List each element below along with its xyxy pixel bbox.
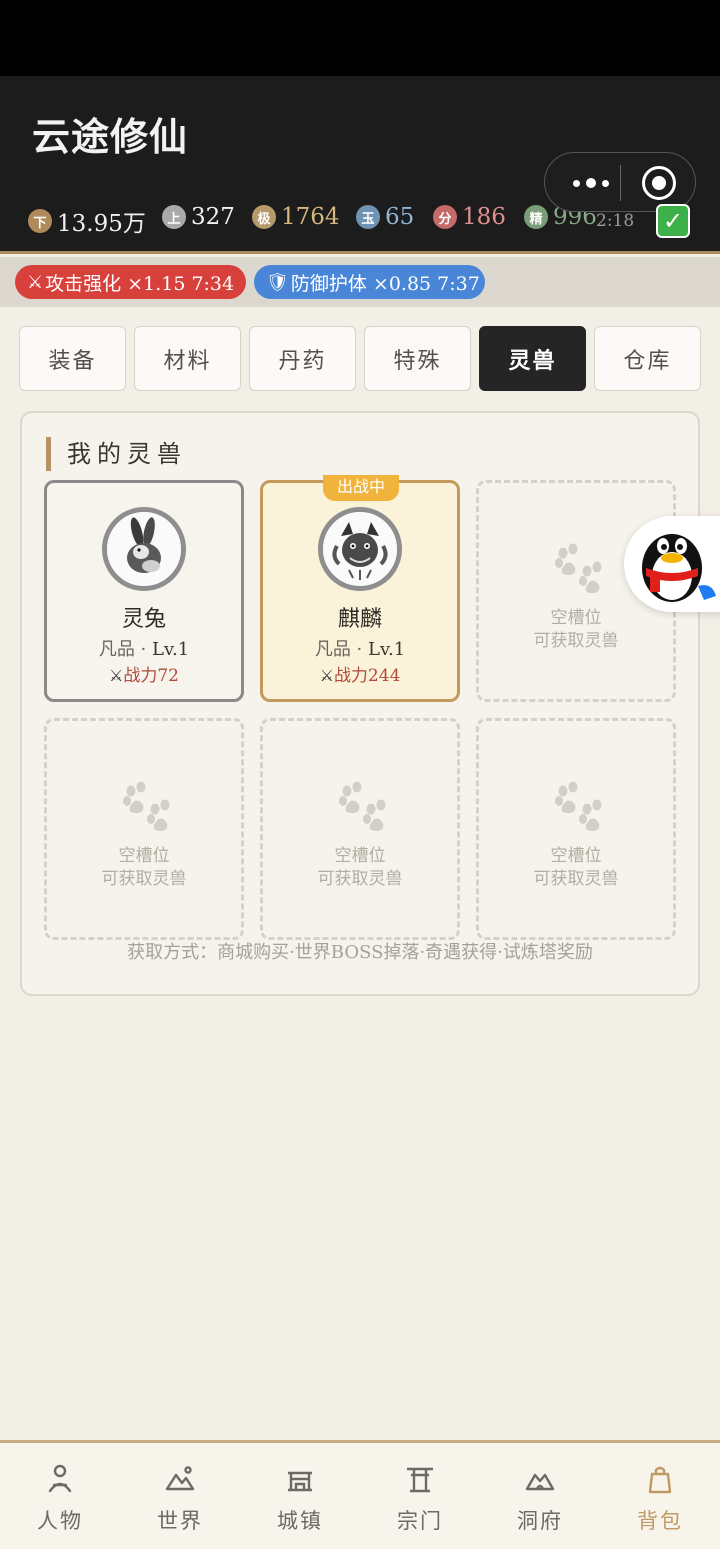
empty-slot-subtitle: 可获取灵兽: [533, 631, 619, 651]
tab-spirit-beasts[interactable]: 灵兽: [479, 326, 586, 391]
empty-pet-slot[interactable]: 空槽位 可获取灵兽: [260, 718, 460, 940]
buff-defense-badge[interactable]: 🛡 防御护体 ×0.85 7:37: [254, 265, 485, 299]
currency-value: 13.95万: [57, 211, 146, 237]
paw-icon: [555, 543, 602, 593]
crossed-swords-icon: ⚔: [319, 666, 334, 685]
empty-pet-slot[interactable]: 空槽位 可获取灵兽: [476, 718, 676, 940]
tab-equipment[interactable]: 装备: [19, 326, 126, 391]
pet-card-qilin[interactable]: 出战中 麒麟 凡品 · Lv.1 ⚔战力244: [260, 475, 460, 702]
paw-icon: [339, 781, 386, 831]
nav-label: 洞府: [517, 1509, 563, 1533]
crossed-swords-icon: ⚔: [109, 666, 124, 685]
pet-power: ⚔战力72: [47, 661, 241, 686]
currency-badge-icon: 精: [524, 205, 548, 229]
tab-warehouse[interactable]: 仓库: [594, 326, 701, 391]
tab-materials[interactable]: 材料: [134, 326, 241, 391]
crossed-swords-icon: ⚔: [27, 271, 44, 293]
nav-label: 人物: [37, 1509, 83, 1533]
empty-slot-title: 空槽位: [334, 846, 386, 866]
currency-fen: 分 186: [433, 204, 506, 230]
empty-pet-slot[interactable]: 空槽位 可获取灵兽: [44, 718, 244, 940]
bottom-nav: 人物 世界 城镇 宗门 洞府 背包: [0, 1440, 720, 1549]
pet-level: Lv.1: [152, 639, 190, 660]
currency-xia: 下 13.95万: [28, 204, 146, 238]
nav-item-world[interactable]: 世界: [120, 1443, 240, 1549]
tab-special[interactable]: 特殊: [364, 326, 471, 391]
currency-ji: 极 1764: [252, 204, 340, 230]
pet-grade-level: 凡品 · Lv.1: [98, 639, 190, 660]
currency-badge-icon: 下: [28, 209, 52, 233]
nav-item-bag[interactable]: 背包: [600, 1443, 720, 1549]
cave-icon: [525, 1473, 555, 1491]
inventory-tabs: 装备 材料 丹药 特殊 灵兽 仓库: [19, 326, 703, 392]
torii-icon: [407, 1467, 433, 1493]
town-gate-icon: [288, 1471, 312, 1492]
qilin-avatar: [318, 507, 402, 591]
pet-grade: 凡品: [98, 639, 135, 660]
close-miniprogram-button[interactable]: [642, 166, 676, 200]
currency-badge-icon: 极: [252, 205, 276, 229]
qq-float-button[interactable]: [624, 516, 720, 612]
paw-icon: [555, 781, 602, 831]
pet-name: 麒麟: [337, 607, 382, 632]
empty-slot-title: 空槽位: [118, 846, 170, 866]
status-bar: [0, 0, 720, 76]
paw-icon: [123, 781, 170, 831]
currency-shang: 上 327: [162, 204, 235, 230]
buff-attack-badge[interactable]: ⚔ 攻击强化 ×1.15 7:34: [15, 265, 246, 299]
rabbit-avatar: [102, 507, 186, 591]
person-icon: [48, 1464, 72, 1493]
more-options-button[interactable]: [563, 169, 619, 197]
empty-slot-subtitle: 可获取灵兽: [317, 869, 403, 889]
nav-label: 宗门: [397, 1509, 443, 1533]
currency-value: 65: [385, 204, 415, 230]
currency-value: 327: [191, 204, 235, 230]
pet-power-value: 战力244: [333, 666, 401, 686]
pet-card-rabbit[interactable]: 灵兔 凡品 · Lv.1 ⚔战力72: [44, 480, 244, 702]
nav-item-town[interactable]: 城镇: [240, 1443, 360, 1549]
miniprogram-capsule: [544, 152, 696, 212]
nav-label: 世界: [157, 1509, 203, 1533]
pet-name: 灵兔: [121, 607, 166, 632]
nav-item-sect[interactable]: 宗门: [360, 1443, 480, 1549]
buff-bar: ⚔ 攻击强化 ×1.15 7:34 🛡 防御护体 ×0.85 7:37: [0, 257, 720, 307]
empty-slot-subtitle: 可获取灵兽: [533, 869, 619, 889]
check-icon[interactable]: ✓: [656, 204, 690, 238]
qq-penguin-icon: [642, 534, 716, 602]
pet-power-value: 战力72: [123, 666, 179, 686]
pet-grade: 凡品: [314, 639, 351, 660]
pet-power: ⚔战力244: [263, 661, 457, 686]
currency-badge-icon: 分: [433, 205, 457, 229]
currency-badge-icon: 上: [162, 205, 186, 229]
currency-value: 1764: [281, 204, 340, 230]
deployed-badge: 出战中: [323, 475, 399, 501]
nav-label: 城镇: [277, 1509, 323, 1533]
nav-label: 背包: [637, 1509, 683, 1533]
timer-text: 2:18: [596, 211, 635, 231]
acquire-methods-text: 获取方式：商城购买·世界BOSS掉落·奇遇获得·试炼塔奖励: [127, 942, 593, 963]
shield-icon: 🛡: [266, 271, 289, 293]
currency-yu: 玉 65: [356, 204, 414, 230]
spirit-beast-panel: 我的灵兽 灵兔 凡品 · Lv.1 ⚔战力72 出战中 麒麟 凡品 · Lv.1…: [20, 411, 700, 996]
pet-grade-level: 凡品 · Lv.1: [314, 639, 406, 660]
currency-value: 186: [462, 204, 506, 230]
buff-label: 攻击强化 ×1.15 7:34: [45, 272, 235, 295]
empty-slot-subtitle: 可获取灵兽: [101, 869, 187, 889]
tab-pills[interactable]: 丹药: [249, 326, 356, 391]
bag-icon: [648, 1466, 672, 1494]
capsule-divider: [620, 165, 621, 201]
app-title: 云途修仙: [32, 115, 189, 159]
nav-item-person[interactable]: 人物: [0, 1443, 120, 1549]
section-title: 我的灵兽: [46, 437, 187, 471]
currency-badge-icon: 玉: [356, 205, 380, 229]
empty-slot-title: 空槽位: [550, 846, 602, 866]
nav-item-cave[interactable]: 洞府: [480, 1443, 600, 1549]
buff-label: 防御护体 ×0.85 7:37: [290, 272, 480, 295]
mountain-icon: [165, 1466, 195, 1491]
pet-level: Lv.1: [368, 639, 406, 660]
